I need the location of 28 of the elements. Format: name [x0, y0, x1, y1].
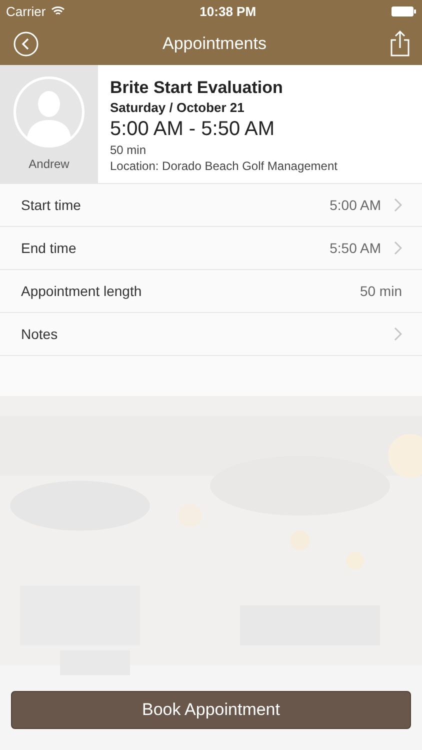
back-button[interactable] [13, 30, 39, 56]
duration-text: 50 min [110, 143, 148, 157]
appointment-title: Brite Start Evaluation [110, 78, 284, 98]
client-name: Andrew [28, 157, 70, 171]
chevron-icon [394, 198, 402, 212]
clock-time: 10:38 PM [200, 4, 256, 18]
row-label: End time [21, 240, 76, 256]
row-label: Appointment length [21, 283, 142, 299]
time-range: 5:00 AM - 5:50 AM [110, 118, 276, 141]
share-button[interactable] [390, 30, 410, 57]
detail-row[interactable]: End time 5:50 AM [0, 227, 422, 270]
chevron-icon [394, 241, 402, 255]
row-value: 5:00 AM [330, 197, 381, 213]
screen-title: Appointments [162, 34, 266, 54]
row-value: 5:50 AM [330, 240, 381, 256]
battery-icon [390, 6, 416, 16]
book-appointment-button[interactable]: Book Appointment [11, 691, 411, 729]
appointment-date: Saturday / October 21 [110, 100, 246, 115]
row-label: Start time [21, 197, 81, 213]
avatar-icon [13, 76, 85, 148]
carrier-label: Carrier [6, 4, 46, 18]
detail-row[interactable]: Start time 5:00 AM [0, 184, 422, 227]
location-text: Location: Dorado Beach Golf Management [110, 159, 338, 173]
row-label: Notes [21, 326, 58, 342]
detail-row[interactable]: Notes [0, 313, 422, 356]
row-value: 50 min [360, 283, 402, 299]
wifi-icon [50, 6, 65, 16]
chevron-icon [394, 327, 402, 341]
